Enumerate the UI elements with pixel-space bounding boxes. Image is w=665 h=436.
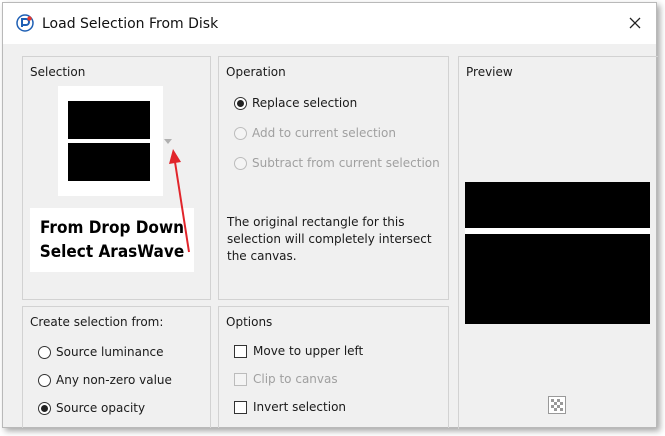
app-logo-icon: [16, 14, 34, 32]
radio-any-non-zero-value[interactable]: Any non-zero value: [38, 373, 172, 387]
annotation-line-2: Select ArasWave: [39, 242, 185, 262]
radio-label: Any non-zero value: [56, 373, 172, 387]
dialog-title: Load Selection From Disk: [42, 16, 219, 32]
load-selection-dialog: Load Selection From Disk Selection From …: [2, 2, 658, 429]
annotation-callout: From Drop Down Select ArasWave: [30, 208, 194, 272]
operation-group-label: Operation: [226, 65, 286, 79]
preview-image: [465, 182, 650, 324]
radio-label: Source opacity: [56, 401, 146, 415]
checkbox-label: Move to upper left: [253, 344, 364, 358]
radio-indicator[interactable]: [38, 345, 51, 359]
radio-indicator[interactable]: [38, 373, 51, 387]
checkbox-invert-selection[interactable]: Invert selection: [234, 400, 346, 414]
close-icon[interactable]: [625, 13, 645, 33]
chevron-down-icon[interactable]: [164, 139, 172, 144]
preview-divider: [465, 228, 650, 234]
radio-indicator: [234, 156, 247, 170]
create-selection-from-label: Create selection from:: [30, 315, 164, 329]
radio-subtract-from-selection: Subtract from current selection: [234, 156, 440, 170]
checkerboard-icon[interactable]: [548, 396, 566, 414]
thumbnail-bar-bottom: [68, 143, 150, 181]
operation-group: Operation Replace selection Add to curre…: [218, 56, 449, 300]
create-selection-from-group: Create selection from: Source luminance …: [22, 306, 211, 428]
radio-label: Add to current selection: [252, 126, 396, 140]
radio-indicator[interactable]: [38, 401, 51, 415]
title-bar: Load Selection From Disk: [3, 3, 656, 44]
checkbox-indicator[interactable]: [234, 400, 247, 414]
checkbox-clip-to-canvas: Clip to canvas: [234, 372, 338, 386]
radio-label: Replace selection: [252, 96, 358, 110]
selection-group-label: Selection: [30, 65, 86, 79]
radio-label: Subtract from current selection: [252, 156, 440, 170]
checkbox-label: Invert selection: [253, 400, 347, 414]
checkbox-indicator[interactable]: [234, 344, 247, 358]
options-group: Options Move to upper left Clip to canva…: [218, 306, 449, 428]
operation-description: The original rectangle for this selectio…: [227, 215, 432, 263]
radio-indicator[interactable]: [234, 96, 247, 110]
checkbox-label: Clip to canvas: [253, 372, 338, 386]
selection-thumbnail-dropdown[interactable]: [58, 86, 163, 196]
thumbnail-bar-top: [68, 101, 150, 139]
radio-label: Source luminance: [56, 345, 164, 359]
radio-indicator: [234, 126, 247, 140]
radio-source-luminance[interactable]: Source luminance: [38, 345, 164, 359]
checkbox-move-to-upper-left[interactable]: Move to upper left: [234, 344, 363, 358]
radio-source-opacity[interactable]: Source opacity: [38, 401, 145, 415]
radio-add-to-selection: Add to current selection: [234, 126, 396, 140]
annotation-line-1: From Drop Down: [40, 218, 184, 238]
checkbox-indicator: [234, 372, 247, 386]
radio-replace-selection[interactable]: Replace selection: [234, 96, 357, 110]
preview-group-label: Preview: [466, 65, 513, 79]
options-group-label: Options: [226, 315, 273, 329]
